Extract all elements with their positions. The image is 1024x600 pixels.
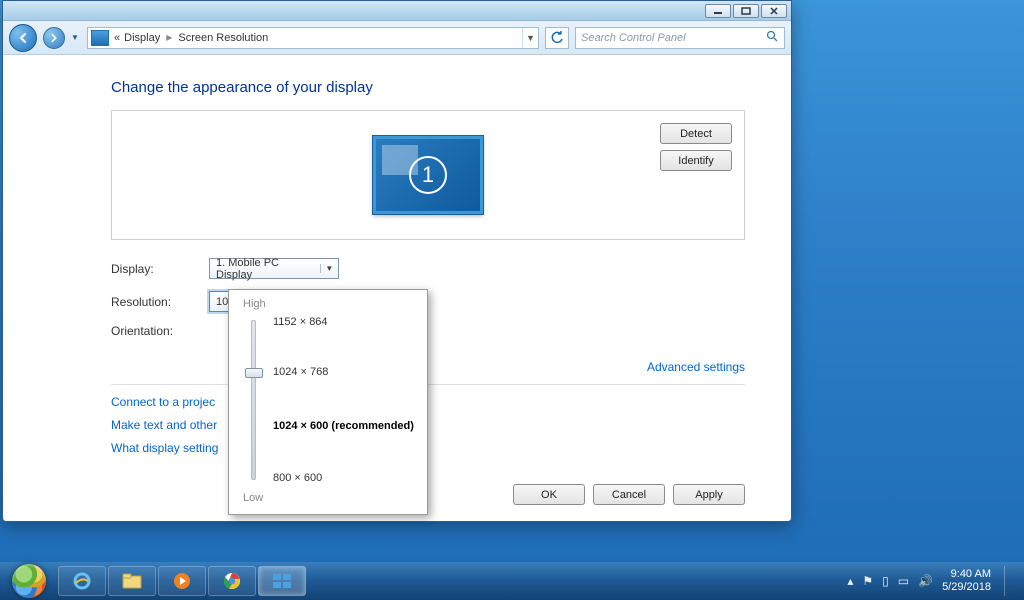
slider-track: [251, 320, 256, 480]
slider-thumb[interactable]: [245, 368, 263, 378]
taskbar-explorer[interactable]: [108, 566, 156, 596]
detect-button[interactable]: Detect: [660, 123, 732, 144]
divider: [111, 384, 745, 385]
titlebar: [3, 1, 791, 21]
orientation-label: Orientation:: [111, 324, 209, 338]
identify-button[interactable]: Identify: [660, 150, 732, 171]
tray-flag-icon[interactable]: ⚑: [862, 574, 873, 588]
resolution-option[interactable]: 1024 × 768: [273, 366, 328, 378]
monitor-number: 1: [409, 156, 447, 194]
refresh-button[interactable]: [545, 27, 569, 49]
display-combo[interactable]: 1. Mobile PC Display ▼: [209, 258, 339, 279]
breadcrumb-separator-icon: ▶: [166, 33, 172, 42]
resolution-option[interactable]: 1152 × 864: [273, 316, 328, 328]
search-box[interactable]: Search Control Panel: [575, 27, 785, 49]
show-desktop-button[interactable]: [1004, 566, 1014, 596]
search-icon: [766, 30, 779, 46]
taskbar-ie[interactable]: [58, 566, 106, 596]
display-combo-value: 1. Mobile PC Display: [216, 257, 312, 281]
tray-show-hidden-icon[interactable]: ▴: [847, 574, 853, 588]
breadcrumb-screen-resolution[interactable]: Screen Resolution: [176, 32, 270, 44]
display-label: Display:: [111, 262, 209, 276]
slider-low-label: Low: [243, 492, 417, 504]
start-button[interactable]: [6, 564, 52, 598]
search-placeholder: Search Control Panel: [581, 32, 766, 44]
advanced-settings-link[interactable]: Advanced settings: [647, 360, 745, 374]
taskbar-media-player[interactable]: [158, 566, 206, 596]
taskbar: ▴ ⚑ ▯ ▭ 🔊 9:40 AM 5/29/2018: [0, 562, 1024, 600]
tray-volume-icon[interactable]: 🔊: [918, 574, 933, 588]
monitor-thumbnail[interactable]: 1: [373, 136, 483, 214]
history-dropdown[interactable]: ▼: [71, 33, 81, 42]
page-title: Change the appearance of your display: [111, 79, 745, 96]
resolution-option[interactable]: 800 × 600: [273, 472, 322, 484]
breadcrumb-display[interactable]: Display: [122, 32, 162, 44]
back-button[interactable]: [9, 24, 37, 52]
slider-high-label: High: [243, 298, 417, 310]
tray-battery-icon[interactable]: ▭: [898, 574, 909, 588]
maximize-button[interactable]: [733, 4, 759, 18]
tray-network-icon[interactable]: ▯: [882, 574, 889, 588]
resolution-option-recommended[interactable]: 1024 × 600 (recommended): [273, 420, 414, 432]
what-settings-link[interactable]: What display setting: [111, 441, 745, 455]
windows-orb-icon: [12, 564, 46, 598]
control-panel-icon: [91, 30, 109, 46]
system-tray: ▴ ⚑ ▯ ▭ 🔊 9:40 AM 5/29/2018: [847, 566, 1018, 596]
close-button[interactable]: [761, 4, 787, 18]
breadcrumb-root[interactable]: «: [112, 32, 122, 44]
taskbar-clock[interactable]: 9:40 AM 5/29/2018: [942, 568, 991, 594]
taskbar-control-panel[interactable]: [258, 566, 306, 596]
nav-bar: ▼ « Display ▶ Screen Resolution ▼ Search…: [3, 21, 791, 55]
chevron-down-icon: ▼: [320, 264, 334, 273]
resolution-label: Resolution:: [111, 295, 209, 309]
make-text-link[interactable]: Make text and other: [111, 418, 745, 432]
minimize-button[interactable]: [705, 4, 731, 18]
cancel-button[interactable]: Cancel: [593, 484, 665, 505]
forward-button[interactable]: [43, 27, 65, 49]
connect-projector-link[interactable]: Connect to a projec: [111, 395, 745, 409]
ok-button[interactable]: OK: [513, 484, 585, 505]
address-dropdown[interactable]: ▼: [522, 28, 538, 48]
clock-date: 5/29/2018: [942, 581, 991, 594]
taskbar-chrome[interactable]: [208, 566, 256, 596]
monitor-preview-box: 1 Detect Identify: [111, 110, 745, 240]
clock-time: 9:40 AM: [942, 568, 991, 581]
address-bar[interactable]: « Display ▶ Screen Resolution ▼: [87, 27, 539, 49]
apply-button[interactable]: Apply: [673, 484, 745, 505]
resolution-slider-popup: High 1152 × 864 1024 × 768 1024 × 600 (r…: [228, 289, 428, 515]
resolution-slider[interactable]: 1152 × 864 1024 × 768 1024 × 600 (recomm…: [243, 312, 417, 492]
